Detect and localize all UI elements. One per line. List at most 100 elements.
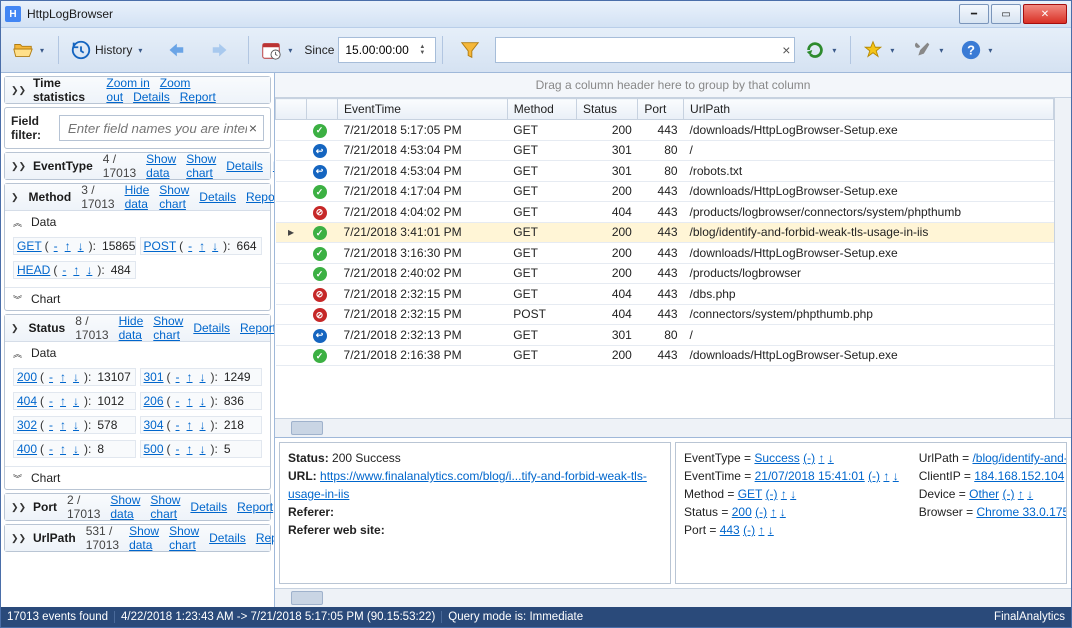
- col-header[interactable]: EventTime: [338, 99, 508, 120]
- op-up[interactable]: ↑: [883, 469, 889, 483]
- detail-value-link[interactable]: Chrome 33.0.1750: [976, 505, 1067, 519]
- op-minus[interactable]: -: [174, 370, 182, 384]
- help-button[interactable]: ? ▾: [955, 33, 1000, 67]
- detail-value-link[interactable]: GET: [738, 487, 762, 501]
- op-up[interactable]: ↑: [781, 487, 787, 501]
- minimize-button[interactable]: ━: [959, 4, 989, 24]
- facet-value-link[interactable]: 400: [17, 442, 37, 456]
- facet-header[interactable]: ❯❯ EventType 4 / 17013 Show data Show ch…: [5, 153, 270, 179]
- op-up[interactable]: ↑: [1018, 487, 1024, 501]
- refresh-button[interactable]: ▾: [799, 33, 844, 67]
- op-up[interactable]: ↑: [770, 505, 776, 519]
- link-show-chart[interactable]: Show chart: [150, 493, 180, 521]
- history-button[interactable]: History ▾: [65, 33, 150, 67]
- link-details[interactable]: Details: [199, 190, 236, 204]
- field-filter-input[interactable]: [66, 120, 249, 137]
- group-by-bar[interactable]: Drag a column header here to group by th…: [275, 73, 1071, 98]
- op-up[interactable]: ↑: [58, 442, 68, 456]
- link-report[interactable]: Report: [256, 531, 274, 545]
- facet-value-link[interactable]: GET: [17, 239, 42, 253]
- op-up[interactable]: ↑: [197, 239, 207, 253]
- facet-value-link[interactable]: 304: [144, 418, 164, 432]
- link-hide-data[interactable]: Hide data: [125, 183, 150, 211]
- grid-row[interactable]: ⊘ 7/21/2018 2:32:15 PM GET 404 443 /dbs.…: [276, 284, 1054, 305]
- detail-scrollbar-h[interactable]: [275, 588, 1071, 607]
- op-up[interactable]: ↑: [185, 394, 195, 408]
- link-report[interactable]: Report: [246, 190, 274, 204]
- back-button[interactable]: [154, 33, 196, 67]
- time-stats-header[interactable]: ❯❯ Time statistics Zoom inZoom outDetail…: [5, 77, 270, 103]
- link-zoom-in[interactable]: Zoom in: [106, 76, 149, 90]
- tools-button[interactable]: ▾: [906, 33, 951, 67]
- op-minus[interactable]: (-): [766, 487, 778, 501]
- op-minus[interactable]: -: [186, 239, 194, 253]
- col-header[interactable]: UrlPath: [684, 99, 1054, 120]
- op-minus[interactable]: -: [174, 394, 182, 408]
- op-down[interactable]: ↓: [780, 505, 786, 519]
- chart-subheader[interactable]: ︾Chart: [5, 287, 270, 310]
- link-details[interactable]: Details: [193, 321, 230, 335]
- close-button[interactable]: ✕: [1023, 4, 1067, 24]
- op-minus[interactable]: -: [47, 394, 55, 408]
- op-up[interactable]: ↑: [58, 370, 68, 384]
- link-show-chart[interactable]: Show chart: [159, 183, 189, 211]
- grid-row[interactable]: ✓ 7/21/2018 4:17:04 PM GET 200 443 /down…: [276, 181, 1054, 202]
- detail-value-link[interactable]: Success: [754, 451, 799, 465]
- field-filter-input-box[interactable]: ×: [59, 115, 264, 141]
- grid-row[interactable]: ✓ 7/21/2018 3:16:30 PM GET 200 443 /down…: [276, 243, 1054, 264]
- clear-search-icon[interactable]: ×: [782, 42, 790, 58]
- op-minus[interactable]: -: [47, 370, 55, 384]
- maximize-button[interactable]: ▭: [991, 4, 1021, 24]
- op-up[interactable]: ↑: [58, 394, 68, 408]
- op-minus[interactable]: (-): [743, 523, 755, 537]
- op-minus[interactable]: -: [52, 239, 60, 253]
- facet-value-link[interactable]: 302: [17, 418, 37, 432]
- link-show-data[interactable]: Show data: [129, 524, 159, 552]
- link-report[interactable]: Report: [237, 500, 273, 514]
- op-down[interactable]: ↓: [198, 442, 208, 456]
- since-input[interactable]: [343, 42, 415, 58]
- facet-header[interactable]: ❯ Status 8 / 17013 Hide data Show chart …: [5, 315, 270, 342]
- grid-row[interactable]: ⊘ 7/21/2018 2:32:15 PM POST 404 443 /con…: [276, 304, 1054, 325]
- facet-value-link[interactable]: 500: [144, 442, 164, 456]
- op-down[interactable]: ↓: [198, 394, 208, 408]
- grid-scrollbar-v[interactable]: [1054, 98, 1071, 418]
- facet-value-link[interactable]: 301: [144, 370, 164, 384]
- col-header[interactable]: Port: [638, 99, 684, 120]
- link-show-data[interactable]: Show data: [146, 152, 176, 180]
- chart-subheader[interactable]: ︾Chart: [5, 466, 270, 489]
- op-minus[interactable]: (-): [868, 469, 880, 483]
- op-down[interactable]: ↓: [76, 239, 86, 253]
- op-minus[interactable]: (-): [803, 451, 815, 465]
- link-hide-data[interactable]: Hide data: [119, 314, 144, 342]
- spinner[interactable]: ▲▼: [419, 44, 431, 56]
- link-report[interactable]: Report: [180, 90, 216, 104]
- op-minus[interactable]: -: [60, 263, 68, 277]
- op-up[interactable]: ↑: [818, 451, 824, 465]
- op-minus[interactable]: -: [174, 442, 182, 456]
- op-minus[interactable]: -: [47, 418, 55, 432]
- detail-value-link[interactable]: 200: [732, 505, 752, 519]
- op-down[interactable]: ↓: [71, 370, 81, 384]
- op-minus[interactable]: (-): [1002, 487, 1014, 501]
- op-down[interactable]: ↓: [893, 469, 899, 483]
- detail-value-link[interactable]: Other: [969, 487, 999, 501]
- facet-value-link[interactable]: 206: [144, 394, 164, 408]
- op-up[interactable]: ↑: [185, 370, 195, 384]
- link-show-chart[interactable]: Show chart: [169, 524, 199, 552]
- op-down[interactable]: ↓: [71, 418, 81, 432]
- data-subheader[interactable]: ︽Data: [5, 211, 270, 233]
- op-down[interactable]: ↓: [790, 487, 796, 501]
- facet-value-link[interactable]: 200: [17, 370, 37, 384]
- op-down[interactable]: ↓: [198, 418, 208, 432]
- clear-icon[interactable]: ×: [249, 120, 257, 136]
- facet-header[interactable]: ❯❯ Port 2 / 17013 Show data Show chart D…: [5, 494, 270, 520]
- grid-row[interactable]: ↩ 7/21/2018 2:32:13 PM GET 301 80 /: [276, 325, 1054, 346]
- facet-value-link[interactable]: POST: [144, 239, 177, 253]
- op-up[interactable]: ↑: [63, 239, 73, 253]
- op-down[interactable]: ↓: [71, 394, 81, 408]
- link-details[interactable]: Details: [226, 159, 263, 173]
- grid-row[interactable]: ↩ 7/21/2018 4:53:04 PM GET 301 80 /: [276, 140, 1054, 161]
- since-button[interactable]: ▾: [255, 33, 300, 67]
- facet-value-link[interactable]: 404: [17, 394, 37, 408]
